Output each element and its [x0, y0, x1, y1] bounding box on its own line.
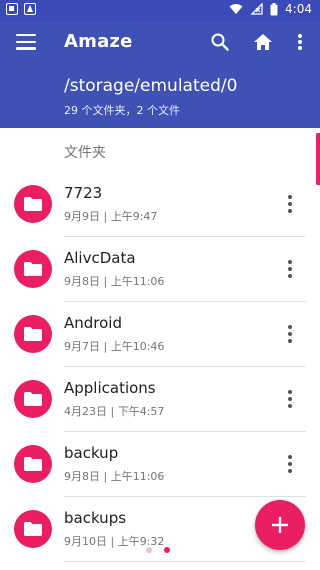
- folder-icon: [14, 315, 52, 353]
- app-title: Amaze: [64, 31, 133, 52]
- home-icon: [254, 34, 272, 50]
- search-button[interactable]: [206, 28, 234, 56]
- app-screen: 4:04 Amaze /storage/emulated/0 29 个文件夹，2…: [0, 0, 320, 570]
- list-item[interactable]: AlivcData 9月8日 | 上午11:06: [0, 237, 320, 302]
- notification-image-icon: [6, 3, 18, 15]
- item-name: AlivcData: [64, 249, 136, 267]
- list-item[interactable]: Applications 4月23日 | 下午4:57: [0, 367, 320, 432]
- item-date: 9月8日 | 上午11:06: [64, 470, 165, 483]
- list-item[interactable]: backup 9月8日 | 上午11:06: [0, 432, 320, 497]
- status-time: 4:04: [285, 2, 312, 16]
- wifi-icon: [229, 4, 243, 14]
- item-date: 4月23日 | 下午4:57: [64, 405, 165, 418]
- home-button[interactable]: [249, 28, 277, 56]
- folder-icon: [14, 185, 52, 223]
- item-name: 7723: [64, 184, 103, 202]
- divider: [64, 561, 306, 562]
- folder-icon: [14, 445, 52, 483]
- item-date: 9月9日 | 上午9:47: [64, 210, 158, 223]
- list-item[interactable]: Android 9月7日 | 上午10:46: [0, 302, 320, 367]
- plus-icon: [272, 517, 288, 533]
- menu-button[interactable]: [16, 34, 36, 50]
- signal-off-icon: [250, 3, 263, 15]
- folder-file-summary: 29 个文件夹，2 个文件: [64, 104, 180, 117]
- item-more-button[interactable]: [280, 192, 300, 216]
- item-more-button[interactable]: [280, 322, 300, 346]
- folder-icon: [14, 250, 52, 288]
- section-header-folders: 文件夹: [64, 145, 106, 161]
- item-more-button[interactable]: [280, 257, 300, 281]
- current-path[interactable]: /storage/emulated/0: [64, 76, 237, 96]
- battery-icon: [270, 2, 278, 15]
- folder-icon: [14, 510, 52, 548]
- more-vert-icon: [298, 34, 302, 50]
- item-name: backups: [64, 509, 127, 527]
- item-more-button[interactable]: [280, 452, 300, 476]
- list-item[interactable]: 7723 9月9日 | 上午9:47: [0, 172, 320, 237]
- search-icon: [211, 33, 229, 51]
- add-fab-button[interactable]: [255, 500, 305, 550]
- item-name: backup: [64, 444, 119, 462]
- notification-app-icon: [24, 3, 36, 15]
- item-name: Android: [64, 314, 122, 332]
- overflow-menu-button[interactable]: [286, 28, 314, 56]
- item-date: 9月7日 | 上午10:46: [64, 340, 165, 353]
- page-dot-active: [164, 547, 170, 553]
- page-dot-inactive: [146, 547, 152, 553]
- app-bar: Amaze /storage/emulated/0 29 个文件夹，2 个文件: [0, 22, 320, 128]
- folder-icon: [14, 380, 52, 418]
- status-bar: 4:04: [0, 0, 320, 22]
- item-name: Applications: [64, 379, 156, 397]
- page-indicator: [146, 547, 170, 553]
- item-more-button[interactable]: [280, 387, 300, 411]
- item-date: 9月8日 | 上午11:06: [64, 275, 165, 288]
